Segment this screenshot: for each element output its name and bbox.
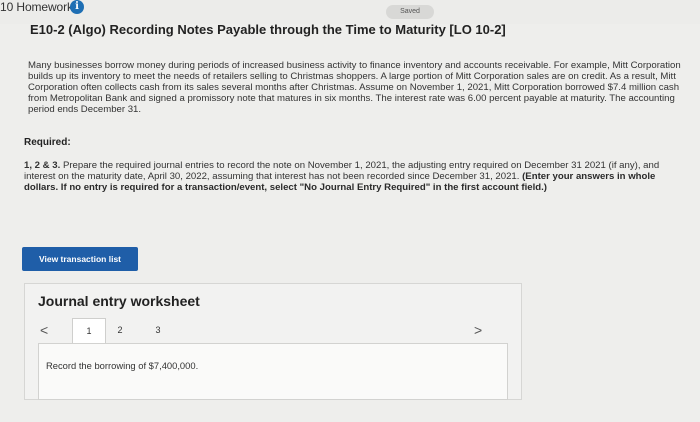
worksheet-tab-2[interactable]: 2 xyxy=(104,318,136,342)
homework-label: 10 Homework xyxy=(0,0,73,14)
question-number: 1, 2 & 3. xyxy=(24,160,61,171)
worksheet-tab-1[interactable]: 1 xyxy=(72,318,106,343)
question-block: 1, 2 & 3. Prepare the required journal e… xyxy=(24,160,684,193)
previous-chevron-icon[interactable]: < xyxy=(40,322,48,338)
problem-paragraph: Many businesses borrow money during peri… xyxy=(28,60,681,115)
view-transaction-list-button[interactable]: View transaction list xyxy=(22,247,138,271)
worksheet-tab-3[interactable]: 3 xyxy=(142,318,174,342)
worksheet-instruction: Record the borrowing of $7,400,000. xyxy=(46,360,199,371)
info-icon[interactable]: i xyxy=(70,0,84,14)
problem-title: E10-2 (Algo) Recording Notes Payable thr… xyxy=(30,22,506,37)
saved-status-badge: Saved xyxy=(386,5,434,19)
worksheet-tab-panel xyxy=(38,343,508,400)
next-chevron-icon[interactable]: > xyxy=(474,322,482,338)
top-bar: 10 Homework i Saved xyxy=(0,0,700,24)
required-heading: Required: xyxy=(24,137,71,148)
worksheet-title: Journal entry worksheet xyxy=(38,293,200,309)
